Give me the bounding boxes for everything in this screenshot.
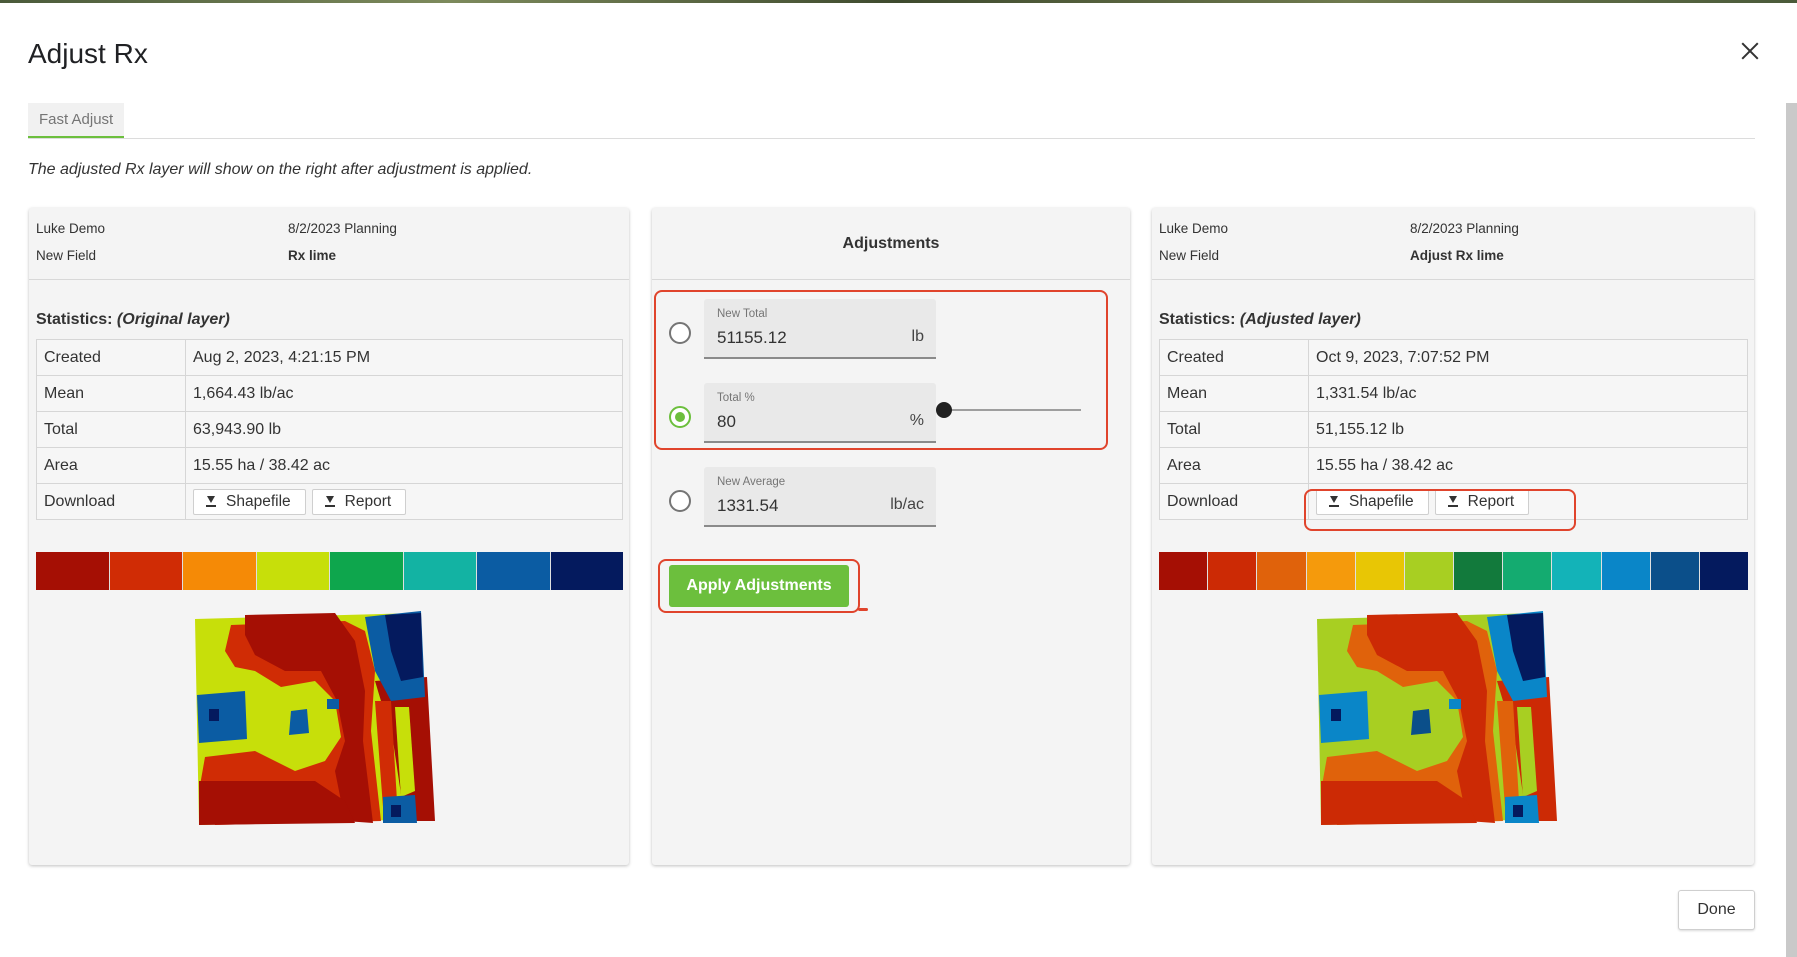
done-button[interactable]: Done xyxy=(1678,890,1755,930)
table-row: Download Shapefile Report xyxy=(36,483,623,520)
table-row: Total 63,943.90 lb xyxy=(36,411,623,448)
info-note: The adjusted Rx layer will show on the r… xyxy=(28,161,533,178)
field-name: New Field xyxy=(36,248,97,263)
statistics-heading: Statistics: (Adjusted layer) xyxy=(1159,311,1361,328)
layer-name: Rx lime xyxy=(288,248,337,263)
layer-name: Adjust Rx lime xyxy=(1410,248,1504,263)
close-icon[interactable] xyxy=(1735,36,1765,66)
new-total-field[interactable]: New Total 51155.12 lb xyxy=(704,299,936,359)
report-download-button[interactable]: Report xyxy=(311,488,407,515)
plan-name: 8/2/2023 Planning xyxy=(1410,221,1519,236)
legend-swatch xyxy=(1552,552,1602,590)
color-legend xyxy=(1159,552,1749,590)
legend-swatch xyxy=(330,552,404,590)
background-strip xyxy=(0,0,1797,3)
shapefile-download-button[interactable]: Shapefile xyxy=(193,488,306,515)
adjusted-layer-panel: Luke Demo 8/2/2023 Planning New Field Ad… xyxy=(1152,208,1754,865)
new-average-radio[interactable] xyxy=(669,490,691,512)
download-buttons-highlight xyxy=(1304,489,1576,531)
statistics-table: Created Aug 2, 2023, 4:21:15 PM Mean 1,664… xyxy=(36,339,623,520)
tab-fast-adjust[interactable]: Fast Adjust xyxy=(28,103,125,139)
legend-swatch xyxy=(256,552,330,590)
field-name: New Field xyxy=(1159,248,1220,263)
table-row: Created Aug 2, 2023, 4:21:15 PM xyxy=(36,339,623,376)
legend-swatch xyxy=(1699,552,1749,590)
legend-swatch xyxy=(1650,552,1700,590)
table-row: Area 15.55 ha / 38.42 ac xyxy=(36,447,623,484)
legend-swatch xyxy=(1355,552,1405,590)
legend-swatch xyxy=(477,552,551,590)
legend-swatch xyxy=(183,552,257,590)
legend-swatch xyxy=(1454,552,1504,590)
legend-swatch xyxy=(109,552,183,590)
new-average-field[interactable]: New Average 1331.54 lb/ac xyxy=(704,467,936,527)
rx-map-original xyxy=(195,611,435,825)
dialog-title: Adjust Rx xyxy=(28,38,148,69)
color-legend xyxy=(36,552,623,590)
legend-swatch xyxy=(36,552,110,590)
legend-swatch xyxy=(550,552,623,590)
table-row: Mean 1,331.54 lb/ac xyxy=(1159,375,1748,412)
download-icon xyxy=(324,495,335,508)
legend-swatch xyxy=(1306,552,1356,590)
adjustments-panel: Adjustments New Total 51155.12 lb Total … xyxy=(652,208,1130,865)
total-percent-radio[interactable] xyxy=(669,406,691,428)
table-row: Area 15.55 ha / 38.42 ac xyxy=(1159,447,1748,484)
highlight-mark xyxy=(858,608,868,611)
legend-swatch xyxy=(1257,552,1307,590)
adjustments-title: Adjustments xyxy=(652,208,1130,280)
panel-header: Luke Demo 8/2/2023 Planning New Field Ad… xyxy=(1152,208,1754,280)
legend-swatch xyxy=(1208,552,1258,590)
original-layer-panel: Luke Demo 8/2/2023 Planning New Field Rx… xyxy=(29,208,629,865)
plan-name: 8/2/2023 Planning xyxy=(288,221,397,236)
new-total-radio[interactable] xyxy=(669,322,691,344)
legend-swatch xyxy=(403,552,477,590)
table-row: Mean 1,664.43 lb/ac xyxy=(36,375,623,412)
apply-adjustments-button[interactable]: Apply Adjustments xyxy=(669,565,849,607)
rx-map-adjusted xyxy=(1317,611,1557,825)
statistics-heading: Statistics: (Original layer) xyxy=(36,311,230,328)
legend-swatch xyxy=(1404,552,1455,590)
owner-name: Luke Demo xyxy=(36,221,106,236)
legend-swatch xyxy=(1503,552,1553,590)
total-percent-field[interactable]: Total % 80 % xyxy=(704,383,936,443)
table-row: Created Oct 9, 2023, 7:07:52 PM xyxy=(1159,339,1748,376)
download-icon xyxy=(206,495,216,508)
legend-swatch xyxy=(1601,552,1651,590)
tab-divider xyxy=(28,138,1755,139)
scrollbar[interactable] xyxy=(1786,103,1797,957)
table-row: Total 51,155.12 lb xyxy=(1159,411,1748,448)
total-percent-slider-track[interactable] xyxy=(944,409,1081,411)
legend-swatch xyxy=(1159,552,1209,590)
panel-header: Luke Demo 8/2/2023 Planning New Field Rx… xyxy=(29,208,629,280)
total-percent-slider-thumb[interactable] xyxy=(936,402,952,418)
owner-name: Luke Demo xyxy=(1159,221,1229,236)
